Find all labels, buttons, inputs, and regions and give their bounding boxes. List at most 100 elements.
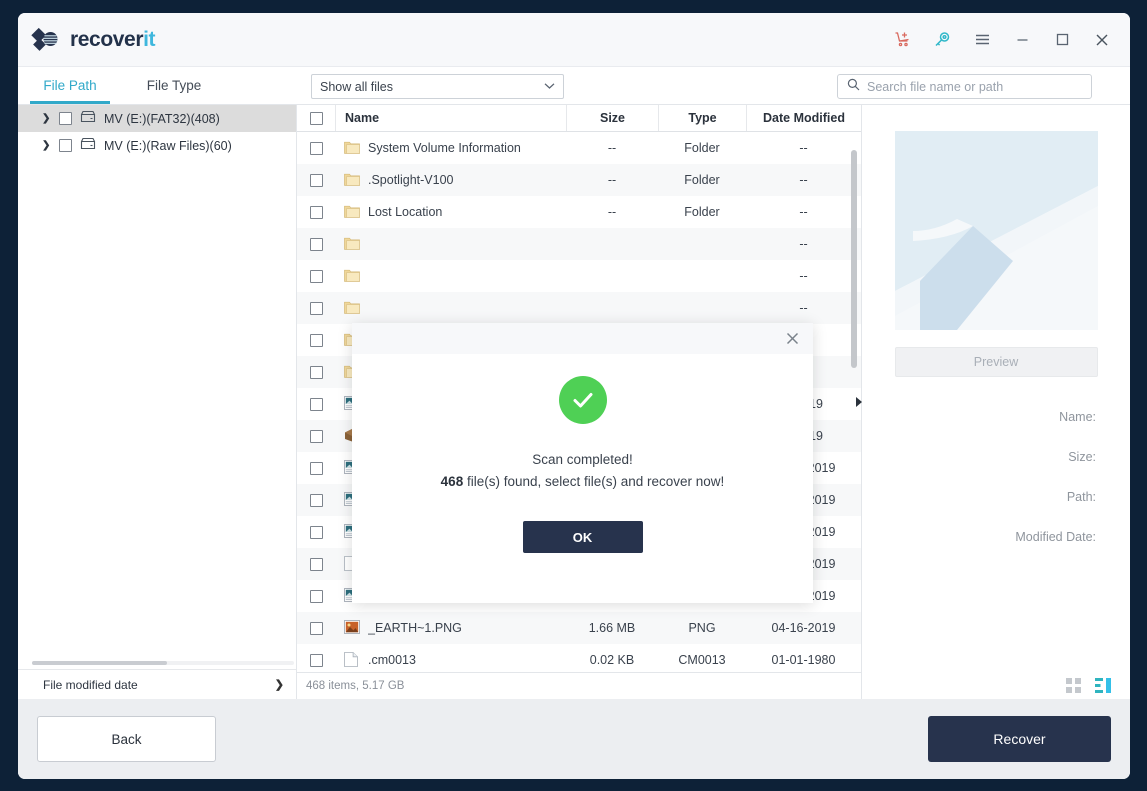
- recover-button[interactable]: Recover: [928, 716, 1111, 762]
- key-icon[interactable]: [922, 20, 962, 60]
- row-checkbox[interactable]: [310, 142, 323, 155]
- table-row[interactable]: Lost Location--Folder--: [297, 196, 861, 228]
- row-checkbox[interactable]: [310, 270, 323, 283]
- column-header-size[interactable]: Size: [566, 105, 658, 131]
- sidebar-footer-label: File modified date: [43, 678, 138, 692]
- row-checkbox[interactable]: [310, 206, 323, 219]
- main-content: ❯ MV (E:)(FAT32)(408) ❯: [18, 105, 1130, 699]
- close-icon[interactable]: [1082, 20, 1122, 60]
- close-icon[interactable]: [781, 328, 803, 350]
- back-button[interactable]: Back: [37, 716, 216, 762]
- chevron-down-icon: [544, 81, 555, 93]
- cell-date-modified: 01-01-1980: [746, 644, 861, 672]
- row-checkbox-cell: [297, 324, 335, 356]
- chevron-right-icon[interactable]: ❯: [42, 114, 51, 124]
- menu-icon[interactable]: [962, 20, 1002, 60]
- cell-date-modified: --: [746, 260, 861, 292]
- sidebar-horizontal-scrollbar[interactable]: [32, 661, 294, 665]
- table-row[interactable]: .cm00130.02 KBCM001301-01-1980: [297, 644, 861, 672]
- drive-tree: ❯ MV (E:)(FAT32)(408) ❯: [18, 105, 296, 669]
- picture-icon: [344, 620, 360, 636]
- table-row[interactable]: --: [297, 260, 861, 292]
- cell-type: Folder: [658, 164, 746, 196]
- folder-icon: [344, 172, 360, 188]
- row-checkbox-cell: [297, 388, 335, 420]
- table-row[interactable]: --: [297, 228, 861, 260]
- row-checkbox-cell: [297, 228, 335, 260]
- list-view-icon[interactable]: [1095, 678, 1111, 698]
- column-header-name[interactable]: Name: [335, 105, 566, 131]
- row-checkbox[interactable]: [310, 334, 323, 347]
- cell-date-modified: --: [746, 132, 861, 164]
- cell-date-modified: --: [746, 228, 861, 260]
- table-row[interactable]: --: [297, 292, 861, 324]
- row-checkbox[interactable]: [310, 622, 323, 635]
- sidebar-item-checkbox[interactable]: [59, 112, 72, 125]
- cell-date-modified: --: [746, 292, 861, 324]
- row-checkbox[interactable]: [310, 654, 323, 667]
- row-checkbox[interactable]: [310, 398, 323, 411]
- cell-date-modified: 04-16-2019: [746, 612, 861, 644]
- file-list-scrollbar[interactable]: [851, 150, 857, 368]
- minimize-icon[interactable]: [1002, 20, 1042, 60]
- row-checkbox[interactable]: [310, 558, 323, 571]
- cell-size: [566, 260, 658, 292]
- preview-thumbnail: [895, 131, 1098, 330]
- preview-button[interactable]: Preview: [895, 347, 1098, 377]
- cell-size: 1.66 MB: [566, 612, 658, 644]
- cell-type: PNG: [658, 612, 746, 644]
- preview-panel: Preview Name: Size: Path: Modified Date:: [862, 105, 1130, 699]
- select-all-checkbox[interactable]: [310, 112, 323, 125]
- sidebar-item-checkbox[interactable]: [59, 139, 72, 152]
- column-header-type[interactable]: Type: [658, 105, 746, 131]
- file-filter-select[interactable]: Show all files: [311, 74, 564, 99]
- tab-file-type[interactable]: File Type: [122, 67, 226, 104]
- table-row[interactable]: _EARTH~1.PNG1.66 MBPNG04-16-2019: [297, 612, 861, 644]
- sidebar: ❯ MV (E:)(FAT32)(408) ❯: [18, 105, 297, 699]
- search-box[interactable]: [837, 74, 1092, 99]
- cell-name: [335, 260, 566, 292]
- dialog-detail-text: file(s) found, select file(s) and recove…: [463, 474, 724, 489]
- sidebar-item-raw-files[interactable]: ❯ MV (E:)(Raw Files)(60): [18, 132, 296, 159]
- cell-name-text: System Volume Information: [368, 141, 521, 155]
- row-checkbox[interactable]: [310, 174, 323, 187]
- cell-type: Folder: [658, 132, 746, 164]
- table-row[interactable]: System Volume Information --Folder--: [297, 132, 861, 164]
- grid-view-icon[interactable]: [1066, 678, 1081, 698]
- row-checkbox[interactable]: [310, 238, 323, 251]
- row-checkbox-cell: [297, 452, 335, 484]
- window-controls: [882, 20, 1130, 60]
- tab-file-path[interactable]: File Path: [18, 67, 122, 104]
- chevron-right-icon[interactable]: ❯: [42, 141, 51, 151]
- toolbar: File Path File Type Show all files: [18, 66, 1130, 105]
- row-checkbox-cell: [297, 196, 335, 228]
- cell-size: --: [566, 132, 658, 164]
- dialog-ok-button[interactable]: OK: [523, 521, 643, 553]
- view-toggle-group: [1066, 678, 1111, 698]
- column-header-date-modified[interactable]: Date Modified: [746, 105, 861, 131]
- sidebar-item-fat32[interactable]: ❯ MV (E:)(FAT32)(408): [18, 105, 296, 132]
- row-checkbox[interactable]: [310, 526, 323, 539]
- row-checkbox[interactable]: [310, 366, 323, 379]
- select-all-cell: [297, 105, 335, 131]
- maximize-icon[interactable]: [1042, 20, 1082, 60]
- row-checkbox[interactable]: [310, 590, 323, 603]
- cell-date-modified: --: [746, 196, 861, 228]
- row-checkbox[interactable]: [310, 302, 323, 315]
- folder-icon: [344, 268, 360, 284]
- file-filter-value: Show all files: [320, 80, 393, 94]
- dialog-header: [352, 323, 813, 354]
- recoverit-logo-icon: [31, 25, 61, 55]
- row-checkbox[interactable]: [310, 462, 323, 475]
- preview-collapse-arrow[interactable]: [853, 395, 865, 409]
- row-checkbox-cell: [297, 612, 335, 644]
- search-input[interactable]: [867, 80, 1082, 94]
- row-checkbox[interactable]: [310, 494, 323, 507]
- cart-icon[interactable]: [882, 20, 922, 60]
- row-checkbox[interactable]: [310, 430, 323, 443]
- row-checkbox-cell: [297, 420, 335, 452]
- table-row[interactable]: .Spotlight-V100--Folder--: [297, 164, 861, 196]
- row-checkbox-cell: [297, 580, 335, 612]
- cell-type: CM0013: [658, 644, 746, 672]
- sidebar-footer-file-modified-date[interactable]: File modified date ❯: [18, 669, 296, 699]
